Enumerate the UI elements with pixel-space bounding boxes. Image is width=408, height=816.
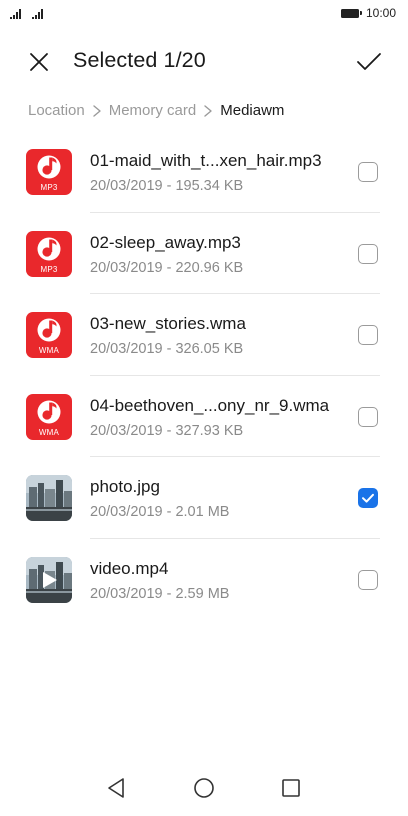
file-checkbox-checked[interactable]	[358, 488, 378, 508]
file-meta: 20/03/2019 - 220.96 KB	[90, 259, 244, 276]
check-icon	[362, 493, 374, 503]
file-row[interactable]: MP3 01-maid_with_t...xen_hair.mp3 20/03/…	[0, 131, 408, 213]
music-file-icon: MP3	[26, 149, 72, 195]
video-thumbnail	[26, 556, 72, 603]
recents-square-icon	[282, 779, 300, 797]
chevron-right-icon	[93, 104, 101, 117]
status-time: 10:00	[365, 6, 396, 20]
file-name: 04-beethoven_...ony_nr_9.wma	[90, 395, 330, 415]
file-meta: 20/03/2019 - 327.93 KB	[90, 422, 244, 439]
file-type-label: MP3	[40, 264, 58, 274]
music-note-icon	[37, 237, 61, 260]
file-meta: 20/03/2019 - 2.01 MB	[90, 504, 230, 520]
home-button[interactable]	[190, 774, 218, 802]
file-type-label: WMA	[38, 427, 60, 437]
file-type-label: WMA	[38, 346, 60, 355]
home-circle-icon	[194, 778, 214, 798]
recents-button[interactable]	[277, 774, 305, 802]
music-file-icon: WMA	[26, 312, 72, 358]
back-button[interactable]	[103, 774, 131, 802]
music-file-icon: WMA	[26, 393, 72, 440]
status-bar: 10:00	[0, 0, 408, 28]
file-row-selected[interactable]: photo.jpg 20/03/2019 - 2.01 MB	[0, 457, 408, 539]
file-name: 02-sleep_away.mp3	[90, 232, 241, 252]
file-checkbox[interactable]	[358, 243, 378, 264]
file-meta: 20/03/2019 - 2.59 MB	[90, 585, 230, 602]
close-icon	[30, 53, 48, 71]
breadcrumb: Location Memory card Mediawm	[28, 102, 284, 119]
confirm-button[interactable]	[354, 47, 384, 77]
breadcrumb-current-folder: Mediawm	[220, 102, 285, 119]
file-name: 03-new_stories.wma	[90, 314, 246, 333]
checkmark-icon	[357, 53, 381, 70]
page-title: Selected 1/20	[73, 48, 206, 72]
status-right: 10:00	[340, 6, 396, 20]
file-row[interactable]: video.mp4 20/03/2019 - 2.59 MB	[0, 539, 408, 621]
file-checkbox[interactable]	[358, 162, 378, 182]
signal-icon	[10, 8, 21, 19]
music-file-icon: MP3	[26, 230, 72, 277]
system-nav-bar	[0, 760, 408, 816]
file-checkbox[interactable]	[358, 406, 378, 427]
signal-icon-2	[32, 8, 43, 19]
music-note-icon	[37, 155, 61, 179]
file-row[interactable]: WMA 04-beethoven_...ony_nr_9.wma 20/03/2…	[0, 376, 408, 457]
file-picker-screen: 10:00 Selected 1/20 Location Memory card…	[0, 0, 408, 816]
file-checkbox[interactable]	[358, 569, 378, 590]
file-type-label: MP3	[40, 183, 58, 192]
file-row[interactable]: MP3 02-sleep_away.mp3 20/03/2019 - 220.9…	[0, 213, 408, 294]
close-button[interactable]	[24, 47, 54, 77]
music-note-icon	[37, 400, 61, 423]
video-thumbnail-image	[26, 556, 72, 603]
chevron-right-icon	[204, 104, 212, 117]
photo-thumbnail-image	[26, 475, 72, 521]
file-checkbox[interactable]	[358, 325, 378, 345]
file-meta: 20/03/2019 - 326.05 KB	[90, 341, 244, 357]
breadcrumb-location[interactable]: Location	[28, 102, 85, 119]
music-note-icon	[37, 318, 61, 342]
file-meta: 20/03/2019 - 195.34 KB	[90, 178, 244, 194]
file-list: MP3 01-maid_with_t...xen_hair.mp3 20/03/…	[0, 131, 408, 620]
header: Selected 1/20	[0, 38, 408, 84]
file-name: 01-maid_with_t...xen_hair.mp3	[90, 151, 322, 170]
photo-thumbnail	[26, 475, 72, 521]
file-name: video.mp4	[90, 558, 169, 578]
breadcrumb-memory-card[interactable]: Memory card	[109, 102, 197, 119]
file-row[interactable]: WMA 03-new_stories.wma 20/03/2019 - 326.…	[0, 294, 408, 376]
battery-icon	[340, 8, 362, 18]
back-triangle-icon	[108, 778, 124, 798]
file-name: photo.jpg	[90, 477, 160, 496]
